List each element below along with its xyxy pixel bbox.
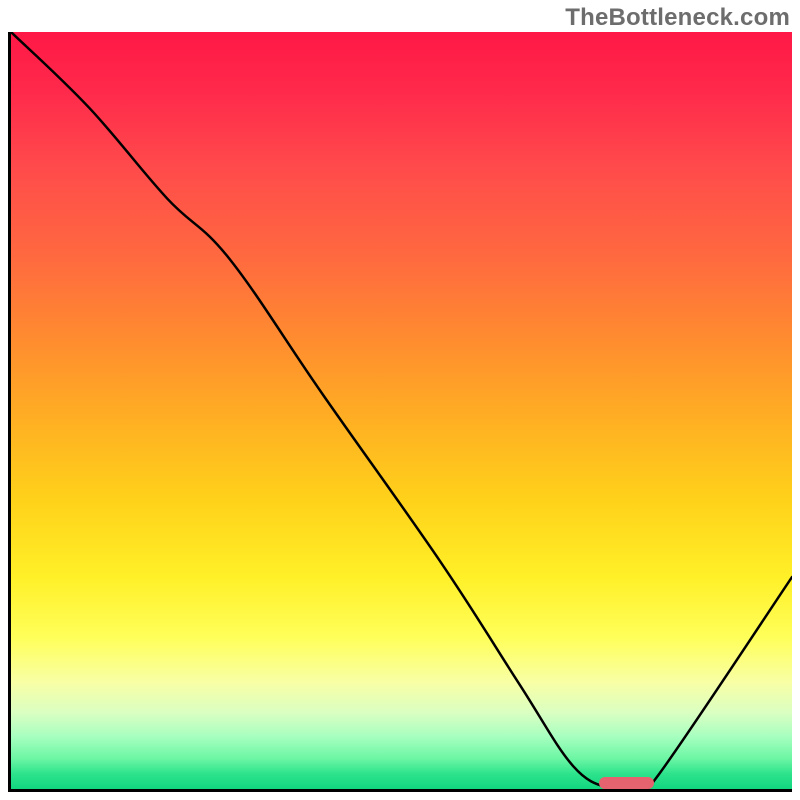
chart-frame: TheBottleneck.com (0, 0, 800, 800)
optimum-marker (599, 777, 654, 789)
curve-path (11, 32, 792, 789)
bottleneck-curve (11, 32, 792, 789)
plot-area (8, 32, 792, 792)
watermark-text: TheBottleneck.com (565, 4, 790, 32)
